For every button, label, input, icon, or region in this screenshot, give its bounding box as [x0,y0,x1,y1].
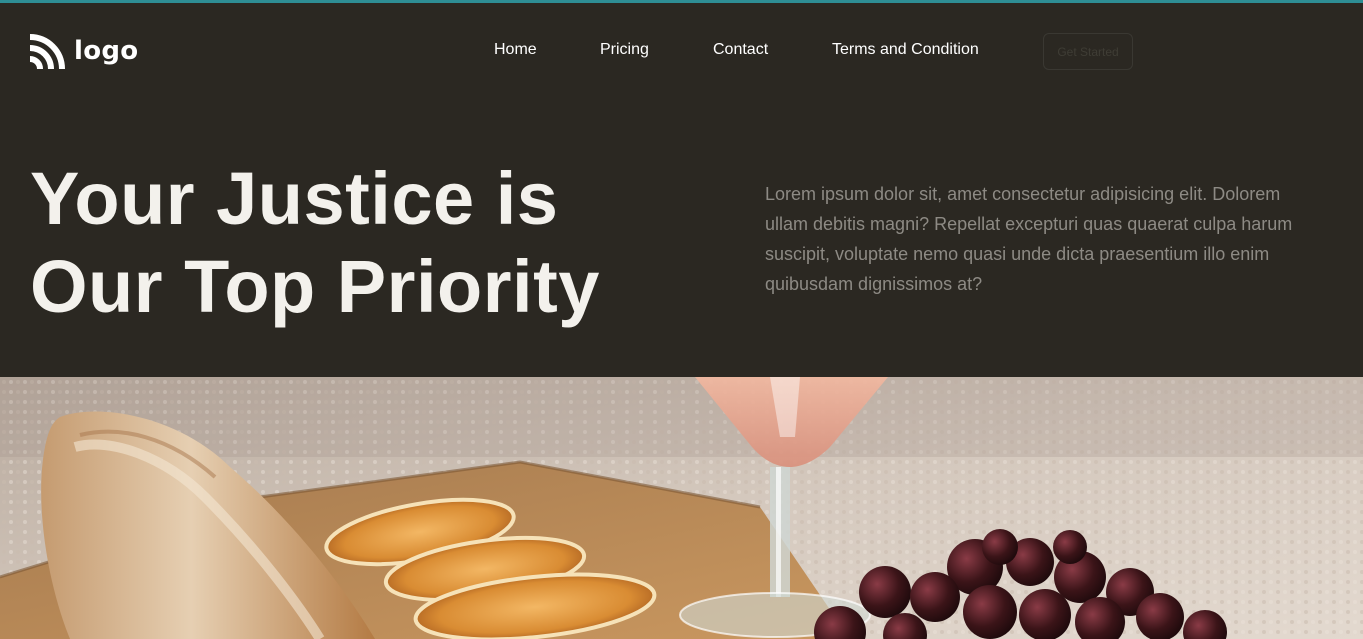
hero-title-line2: Our Top Priority [30,245,600,328]
nav-pricing[interactable]: Pricing [600,41,649,59]
site-header: logo Home Pricing Contact Terms and Cond… [0,3,1363,97]
hero-description: Lorem ipsum dolor sit, amet consectetur … [765,184,1293,294]
logo[interactable]: logo [30,33,138,69]
hero-title: Your Justice is Our Top Priority [30,155,670,331]
logo-text: logo [74,36,139,66]
get-started-button[interactable]: Get Started [1043,33,1133,70]
nav-contact[interactable]: Contact [713,41,768,59]
feed-logo-icon [30,34,65,69]
hero-image [0,377,1363,639]
nav-home[interactable]: Home [494,41,537,59]
hero-title-line1: Your Justice is [30,157,559,240]
nav-terms[interactable]: Terms and Condition [832,41,979,59]
